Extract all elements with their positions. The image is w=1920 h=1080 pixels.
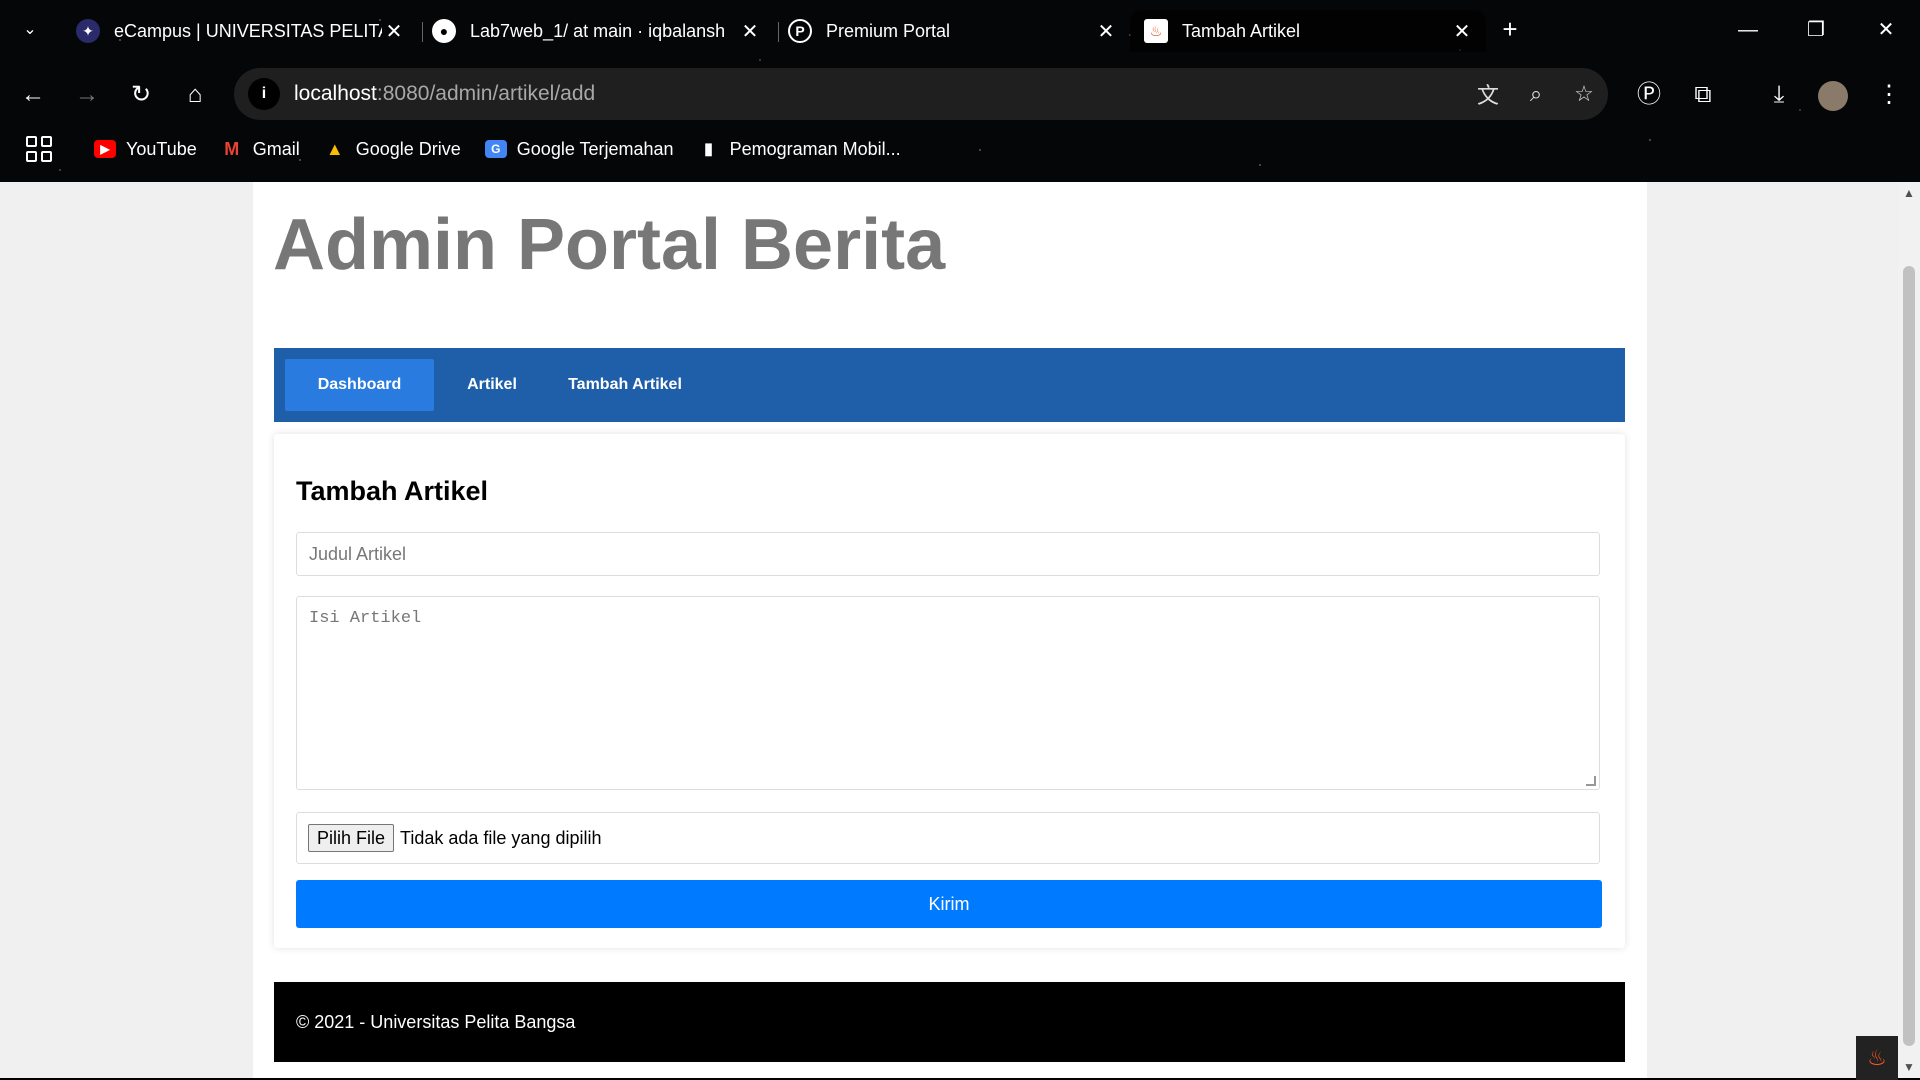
tab-ecampus[interactable]: ✦ eCampus | UNIVERSITAS PELITA ✕ — [62, 10, 418, 52]
tab-premium-portal[interactable]: P Premium Portal ✕ — [774, 10, 1130, 52]
bookmark-google-translate[interactable]: G Google Terjemahan — [484, 138, 674, 160]
github-icon: ● — [432, 19, 456, 43]
form-heading: Tambah Artikel — [296, 476, 489, 506]
tab-strip: ⌄ ✦ eCampus | UNIVERSITAS PELITA ✕ ● Lab… — [0, 0, 1920, 60]
tab-title: Lab7web_1/ at main · iqbalansh — [470, 20, 726, 41]
more-menu-icon[interactable]: ⋮ — [1872, 78, 1906, 112]
avatar[interactable] — [1816, 78, 1850, 112]
nav-artikel[interactable]: Artikel — [434, 359, 550, 411]
google-drive-icon: ▲ — [325, 138, 344, 159]
browser-toolbar: ← → ↻ ⌂ i localhost:8080/admin/artikel/a… — [0, 66, 1920, 122]
page-title: Admin Portal Berita — [273, 205, 946, 285]
tab-github[interactable]: ● Lab7web_1/ at main · iqbalansh ✕ — [418, 10, 774, 52]
campus-logo-icon: ✦ — [76, 19, 100, 43]
address-url[interactable]: localhost:8080/admin/artikel/add — [294, 82, 1464, 106]
nav-dashboard[interactable]: Dashboard — [285, 359, 434, 411]
apps-grid-icon[interactable] — [26, 136, 52, 162]
bookmarks-bar: ▶ YouTube M Gmail ▲ Google Drive G Googl… — [0, 128, 1920, 170]
url-host: localhost — [294, 82, 377, 105]
bookmark-label: YouTube — [126, 138, 197, 159]
title-field-wrapper — [296, 532, 1600, 576]
portal-extension-icon[interactable]: Ⓟ — [1632, 78, 1666, 112]
submit-button[interactable]: Kirim — [296, 880, 1602, 928]
reload-icon[interactable]: ↻ — [124, 78, 158, 112]
file-status-text: Tidak ada file yang dipilih — [400, 827, 602, 848]
url-path: :8080/admin/artikel/add — [376, 82, 596, 105]
extensions-puzzle-icon[interactable]: ⧉ — [1686, 78, 1720, 112]
bookmark-star-icon[interactable]: ☆ — [1560, 81, 1608, 107]
bookmark-label: Pemograman Mobil... — [729, 138, 901, 159]
close-icon[interactable]: ✕ — [382, 19, 406, 44]
page-footer: © 2021 - Universitas Pelita Bangsa — [274, 982, 1625, 1062]
page-scrollbar[interactable]: ▲ ▼ — [1898, 182, 1920, 1078]
scroll-up-arrow-icon[interactable]: ▲ — [1902, 186, 1916, 200]
page-viewport: Admin Portal Berita Dashboard Artikel Ta… — [0, 182, 1898, 1078]
address-bar[interactable]: i localhost:8080/admin/artikel/add 文 ⌕ ☆ — [234, 68, 1608, 120]
forward-arrow-icon[interactable]: → — [70, 78, 104, 112]
title-input[interactable] — [297, 533, 1599, 575]
scroll-thumb[interactable] — [1903, 266, 1915, 1046]
bookmark-label: Gmail — [252, 138, 300, 159]
translate-icon[interactable]: 文 — [1464, 78, 1512, 110]
new-tab-icon[interactable]: + — [1494, 14, 1526, 46]
bookmark-label: Google Drive — [355, 138, 461, 159]
tab-title: Premium Portal — [826, 20, 951, 41]
zoom-icon[interactable]: ⌕ — [1512, 81, 1560, 107]
body-field-wrapper — [296, 596, 1600, 790]
close-icon[interactable]: ✕ — [738, 19, 762, 44]
bookmark-label: Google Terjemahan — [516, 138, 674, 159]
bookmark-pemograman-mobile[interactable]: ▮ Pemograman Mobil... — [698, 138, 901, 160]
back-arrow-icon[interactable]: ← — [16, 78, 50, 112]
page-container: Admin Portal Berita Dashboard Artikel Ta… — [253, 182, 1647, 1078]
form-card: Tambah Artikel Pilih File Tidak ada file… — [274, 434, 1625, 948]
youtube-icon: ▶ — [94, 140, 116, 158]
portal-logo-icon: P — [788, 19, 812, 43]
browser-chrome: ⌄ ✦ eCampus | UNIVERSITAS PELITA ✕ ● Lab… — [0, 0, 1920, 182]
gmail-icon: M — [224, 138, 240, 159]
restore-icon[interactable]: ❐ — [1796, 10, 1836, 50]
site-info-icon[interactable]: i — [248, 78, 280, 110]
tab-search-chevron-icon[interactable]: ⌄ — [16, 16, 44, 44]
close-icon[interactable]: ✕ — [1450, 19, 1474, 44]
bookmark-page-icon: ▮ — [704, 141, 713, 158]
close-icon[interactable]: ✕ — [1094, 19, 1118, 44]
window-close-icon[interactable]: ✕ — [1866, 10, 1906, 50]
debug-toolbar-flame-icon[interactable]: ♨ — [1856, 1036, 1898, 1080]
tab-tambah-artikel[interactable]: ♨ Tambah Artikel ✕ — [1130, 10, 1486, 52]
nav-tambah-artikel[interactable]: Tambah Artikel — [550, 359, 700, 411]
scroll-down-arrow-icon[interactable]: ▼ — [1902, 1060, 1916, 1074]
choose-file-button[interactable]: Pilih File — [308, 824, 395, 852]
bookmark-google-drive[interactable]: ▲ Google Drive — [324, 139, 461, 160]
main-nav: Dashboard Artikel Tambah Artikel — [274, 348, 1625, 422]
download-icon[interactable]: ⤓ — [1762, 78, 1796, 112]
body-textarea[interactable] — [297, 597, 1599, 789]
bookmark-youtube[interactable]: ▶ YouTube — [94, 139, 197, 160]
minimize-icon[interactable]: — — [1728, 10, 1768, 50]
tab-title: eCampus | UNIVERSITAS PELITA — [114, 20, 382, 41]
codeigniter-flame-icon: ♨ — [1144, 19, 1168, 43]
bookmark-gmail[interactable]: M Gmail — [221, 139, 300, 160]
tab-title: Tambah Artikel — [1182, 20, 1301, 41]
resize-handle-icon[interactable] — [1586, 776, 1596, 786]
file-field: Pilih File Tidak ada file yang dipilih — [296, 812, 1600, 864]
google-translate-icon: G — [484, 140, 507, 158]
home-icon[interactable]: ⌂ — [178, 78, 212, 112]
